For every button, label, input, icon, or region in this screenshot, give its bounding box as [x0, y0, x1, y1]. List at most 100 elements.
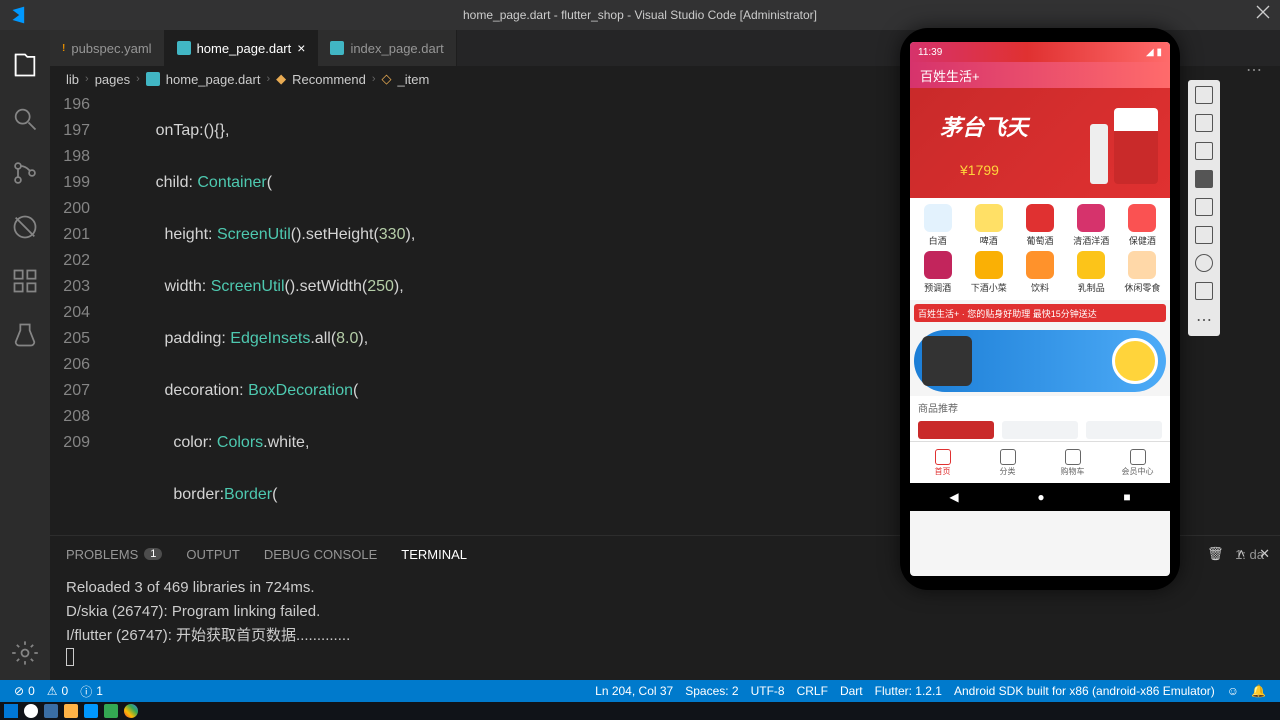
recent-icon[interactable]: ■ [1123, 490, 1130, 504]
category-item[interactable]: 饮料 [1016, 251, 1063, 294]
source-control-icon[interactable] [0, 148, 50, 198]
nav-icon [1065, 449, 1081, 465]
category-item[interactable]: 白酒 [914, 204, 961, 247]
call-card[interactable] [914, 330, 1166, 392]
cortana-icon[interactable] [24, 704, 38, 718]
overview-icon[interactable] [1195, 282, 1213, 300]
nav-icon [935, 449, 951, 465]
back-icon[interactable]: ◀ [949, 490, 958, 504]
window-title: home_page.dart - flutter_shop - Visual S… [463, 8, 817, 22]
category-item[interactable]: 休闲零食 [1119, 251, 1166, 294]
nav-item[interactable]: 购物车 [1040, 442, 1105, 483]
app-icon[interactable] [104, 704, 118, 718]
status-lang[interactable]: Dart [834, 684, 869, 698]
phone-status-bar: 11:39◢ ▮ [910, 42, 1170, 62]
rotate-icon[interactable] [1195, 142, 1213, 160]
android-nav-bar: ◀ ● ■ [910, 483, 1170, 511]
back-icon[interactable] [1195, 226, 1213, 244]
lightbulb-icon[interactable]: 💡 [100, 534, 117, 535]
rotate-icon[interactable] [1195, 114, 1213, 132]
product-card[interactable] [1002, 421, 1078, 439]
product-card[interactable] [1086, 421, 1162, 439]
home-icon[interactable]: ● [1037, 490, 1044, 504]
promo-strip[interactable]: 百姓生活+ · 您的贴身好助理 最快15分钟送达 [914, 304, 1166, 322]
category-item[interactable]: 保健酒 [1119, 204, 1166, 247]
zoom-icon[interactable] [1195, 198, 1213, 216]
avatar [922, 336, 972, 386]
status-device[interactable]: Android SDK built for x86 (android-x86 E… [948, 684, 1221, 698]
vscode-taskbar-icon[interactable] [84, 704, 98, 718]
bell-icon[interactable]: 🔔 [1245, 684, 1272, 698]
more-icon[interactable]: ⋯ [1196, 310, 1212, 330]
status-info[interactable]: ⓘ1 [74, 683, 109, 700]
status-encoding[interactable]: UTF-8 [745, 684, 791, 698]
nav-icon [1000, 449, 1016, 465]
window-close-button[interactable] [1256, 5, 1270, 22]
category-item[interactable]: 清酒洋酒 [1068, 204, 1115, 247]
search-icon[interactable] [0, 94, 50, 144]
emulator-device: 11:39◢ ▮ 百姓生活+ 茅台飞天 ¥1799 白酒啤酒葡萄酒清酒洋酒保健酒… [900, 28, 1180, 590]
activity-bar [0, 30, 50, 682]
tab-debug-console[interactable]: DEBUG CONSOLE [264, 547, 377, 562]
category-icon [1128, 204, 1156, 232]
extensions-icon[interactable] [0, 256, 50, 306]
line-gutter: 1961971981992002012022032042052062072082… [50, 92, 110, 456]
windows-taskbar[interactable] [0, 702, 1280, 720]
tab-index-page[interactable]: index_page.dart [318, 30, 456, 66]
status-warnings[interactable]: ⚠0 [41, 684, 74, 698]
close-icon[interactable]: × [297, 40, 305, 56]
category-item[interactable]: 啤酒 [965, 204, 1012, 247]
recommend-list [910, 419, 1170, 441]
category-icon [1128, 251, 1156, 279]
tab-pubspec[interactable]: !pubspec.yaml [50, 30, 165, 66]
category-icon [1026, 251, 1054, 279]
explorer-taskbar-icon[interactable] [64, 704, 78, 718]
category-item[interactable]: 葡萄酒 [1016, 204, 1063, 247]
category-icon [975, 251, 1003, 279]
status-cursor-pos[interactable]: Ln 204, Col 37 [589, 684, 679, 698]
close-panel-icon[interactable]: ✕ [1259, 546, 1270, 562]
tab-terminal[interactable]: TERMINAL [401, 547, 467, 562]
nav-item[interactable]: 分类 [975, 442, 1040, 483]
settings-gear-icon[interactable] [0, 628, 50, 678]
chevron-up-icon[interactable]: ˄ [1238, 546, 1246, 562]
category-item[interactable]: 预调酒 [914, 251, 961, 294]
app-header: 百姓生活+ [910, 62, 1170, 88]
vscode-logo-icon [0, 5, 40, 25]
yaml-file-icon: ! [62, 43, 65, 54]
debug-icon[interactable] [0, 202, 50, 252]
method-icon: ◇ [382, 71, 392, 87]
tab-output[interactable]: OUTPUT [186, 547, 239, 562]
banner[interactable]: 茅台飞天 ¥1799 [910, 88, 1170, 198]
dart-file-icon [330, 41, 344, 55]
trash-icon[interactable]: 🗑 [1207, 546, 1224, 562]
explorer-icon[interactable] [0, 40, 50, 90]
status-flutter[interactable]: Flutter: 1.2.1 [869, 684, 948, 698]
chrome-taskbar-icon[interactable] [124, 704, 138, 718]
category-icon [1077, 251, 1105, 279]
camera-icon[interactable] [1195, 170, 1213, 188]
status-spaces[interactable]: Spaces: 2 [679, 684, 744, 698]
nav-item[interactable]: 会员中心 [1105, 442, 1170, 483]
start-button[interactable] [4, 704, 18, 718]
more-icon[interactable]: ⋯ [1246, 60, 1264, 80]
recommend-title: 商品推荐 [910, 396, 1170, 419]
category-icon [924, 251, 952, 279]
emulator-toolbar: ⋯ [1188, 80, 1220, 336]
tab-problems[interactable]: PROBLEMS1 [66, 547, 162, 562]
category-icon [975, 204, 1003, 232]
phone-icon[interactable] [1112, 338, 1158, 384]
smile-icon[interactable]: ☺ [1221, 684, 1245, 698]
tab-home-page[interactable]: home_page.dart× [165, 30, 319, 66]
status-eol[interactable]: CRLF [791, 684, 834, 698]
task-icon[interactable] [44, 704, 58, 718]
category-item[interactable]: 下酒小菜 [965, 251, 1012, 294]
nav-item[interactable]: 首页 [910, 442, 975, 483]
category-item[interactable]: 乳制品 [1068, 251, 1115, 294]
test-icon[interactable] [0, 310, 50, 360]
status-errors[interactable]: ⊘0 [8, 684, 41, 698]
home-icon[interactable] [1195, 254, 1213, 272]
nav-icon [1130, 449, 1146, 465]
power-icon[interactable] [1195, 86, 1213, 104]
product-card[interactable] [918, 421, 994, 439]
